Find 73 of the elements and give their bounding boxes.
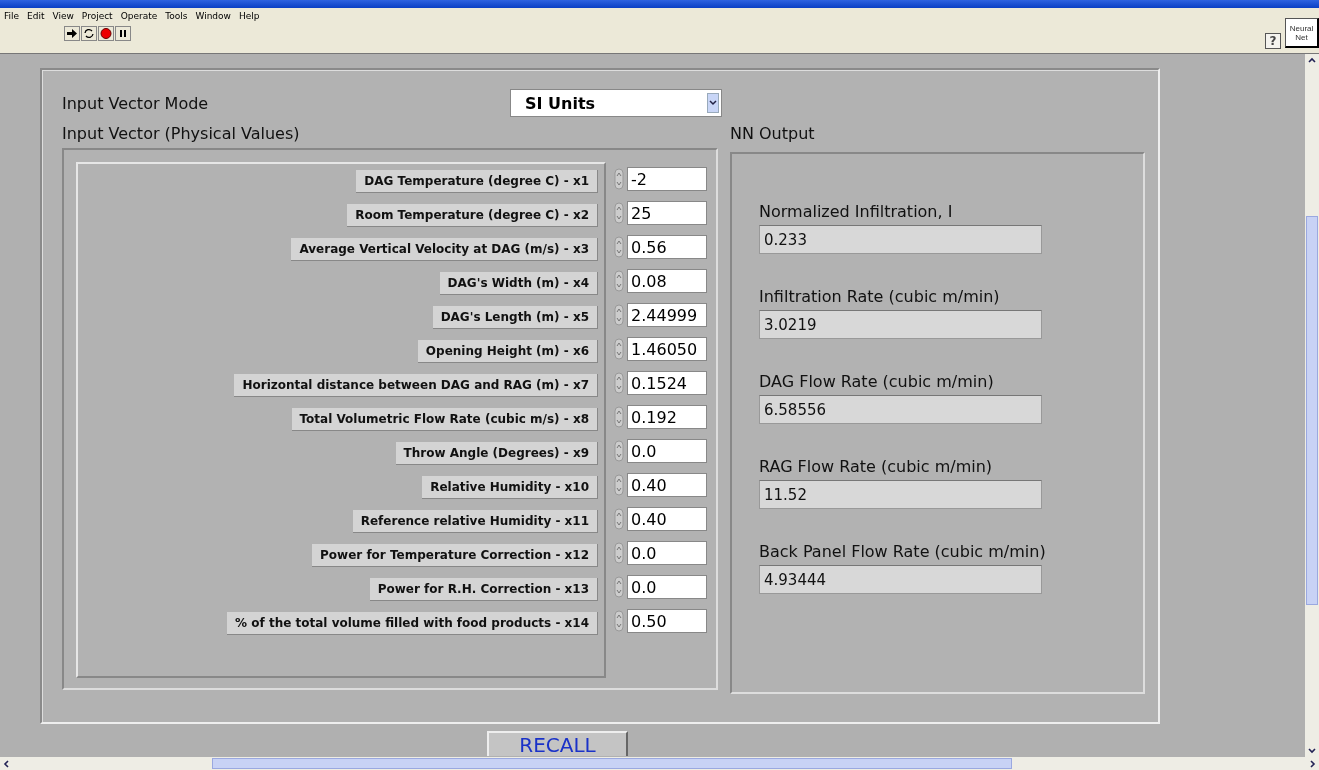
field-label: DAG Temperature (degree C) - x1 bbox=[356, 169, 598, 193]
field-label: Horizontal distance between DAG and RAG (m) - x7 bbox=[234, 373, 598, 397]
numeric-input[interactable]: 0.0 bbox=[627, 439, 707, 463]
abort-icon[interactable] bbox=[98, 26, 114, 41]
spinner-icon[interactable] bbox=[614, 236, 624, 258]
section-heading: NN Output bbox=[730, 124, 816, 145]
spinner-icon[interactable] bbox=[614, 542, 624, 564]
output-value: 11.52 bbox=[759, 480, 1042, 509]
numeric-input[interactable]: 0.192 bbox=[627, 405, 707, 429]
field-label: Average Vertical Velocity at DAG (m/s) - x3 bbox=[291, 237, 598, 261]
field-label: Room Temperature (degree C) - x2 bbox=[347, 203, 598, 227]
menu-item[interactable]: View bbox=[52, 11, 74, 21]
spinner-icon[interactable] bbox=[614, 440, 624, 462]
numeric-input[interactable]: 0.0 bbox=[627, 575, 707, 599]
spinner-icon[interactable] bbox=[614, 576, 624, 598]
mode-label: Input Vector Mode bbox=[62, 93, 210, 113]
numeric-input[interactable]: 0.08 bbox=[627, 269, 707, 293]
recall-button[interactable]: RECALL bbox=[487, 731, 628, 756]
field-label: Power for R.H. Correction - x13 bbox=[369, 577, 598, 601]
field-label: Throw Angle (Degrees) - x9 bbox=[395, 441, 598, 465]
output-label: DAG Flow Rate (cubic m/min) bbox=[759, 372, 995, 391]
field-label: DAG's Width (m) - x4 bbox=[439, 271, 598, 295]
numeric-input[interactable]: 1.46050 bbox=[627, 337, 707, 361]
units-dropdown[interactable]: SI Units bbox=[510, 89, 722, 117]
section-heading: Input Vector (Physical Values) bbox=[62, 124, 301, 145]
numeric-input[interactable]: 0.0 bbox=[627, 541, 707, 565]
run-continuously-icon[interactable] bbox=[81, 26, 97, 41]
spinner-icon[interactable] bbox=[614, 406, 624, 428]
output-value: 0.233 bbox=[759, 225, 1042, 254]
field-label: Opening Height (m) - x6 bbox=[417, 339, 598, 363]
spinner-icon[interactable] bbox=[614, 338, 624, 360]
field-label: DAG's Length (m) - x5 bbox=[432, 305, 598, 329]
field-label: Power for Temperature Correction - x12 bbox=[312, 543, 598, 567]
numeric-input[interactable]: 0.40 bbox=[627, 507, 707, 531]
numeric-input[interactable]: 0.1524 bbox=[627, 371, 707, 395]
scrollbar-thumb[interactable] bbox=[1306, 216, 1318, 605]
spinner-icon[interactable] bbox=[614, 304, 624, 326]
menu-item[interactable]: Project bbox=[81, 11, 113, 21]
scrollbar-thumb[interactable] bbox=[212, 758, 1012, 769]
help-button[interactable]: ? bbox=[1265, 33, 1281, 49]
field-label: Relative Humidity - x10 bbox=[422, 475, 598, 499]
output-label: RAG Flow Rate (cubic m/min) bbox=[759, 457, 994, 476]
menu-item[interactable]: Edit bbox=[27, 11, 45, 21]
output-label: Infiltration Rate (cubic m/min) bbox=[759, 287, 1001, 306]
spinner-icon[interactable] bbox=[614, 610, 624, 632]
menu-item[interactable]: Operate bbox=[120, 11, 158, 21]
output-label: Back Panel Flow Rate (cubic m/min) bbox=[759, 542, 1047, 561]
spinner-icon[interactable] bbox=[614, 474, 624, 496]
spinner-icon[interactable] bbox=[614, 508, 624, 530]
pause-icon[interactable] bbox=[115, 26, 131, 41]
field-label: Reference relative Humidity - x11 bbox=[352, 509, 598, 533]
run-arrow-icon[interactable] bbox=[64, 26, 80, 41]
field-label: Total Volumetric Flow Rate (cubic m/s) - x8 bbox=[291, 407, 598, 431]
field-label: % of the total volume filled with food products - x14 bbox=[227, 611, 598, 635]
output-value: 4.93444 bbox=[759, 565, 1042, 594]
output-value: 3.0219 bbox=[759, 310, 1042, 339]
numeric-input[interactable]: 2.44999 bbox=[627, 303, 707, 327]
spinner-icon[interactable] bbox=[614, 372, 624, 394]
numeric-input[interactable]: 0.50 bbox=[627, 609, 707, 633]
numeric-input[interactable]: 25 bbox=[627, 201, 707, 225]
numeric-input[interactable]: -2 bbox=[627, 167, 707, 191]
neural-net-tab[interactable]: Neural Net bbox=[1285, 18, 1319, 48]
menu-item[interactable]: Help bbox=[238, 11, 260, 21]
spinner-icon[interactable] bbox=[614, 202, 624, 224]
output-label: Normalized Infiltration, I bbox=[759, 202, 954, 221]
output-value: 6.58556 bbox=[759, 395, 1042, 424]
numeric-input[interactable]: 0.40 bbox=[627, 473, 707, 497]
menu-item[interactable]: Tools bbox=[165, 11, 188, 21]
menu-item[interactable]: File bbox=[4, 11, 20, 21]
spinner-icon[interactable] bbox=[614, 168, 624, 190]
spinner-icon[interactable] bbox=[614, 270, 624, 292]
numeric-input[interactable]: 0.56 bbox=[627, 235, 707, 259]
menu-item[interactable]: Window bbox=[195, 11, 231, 21]
